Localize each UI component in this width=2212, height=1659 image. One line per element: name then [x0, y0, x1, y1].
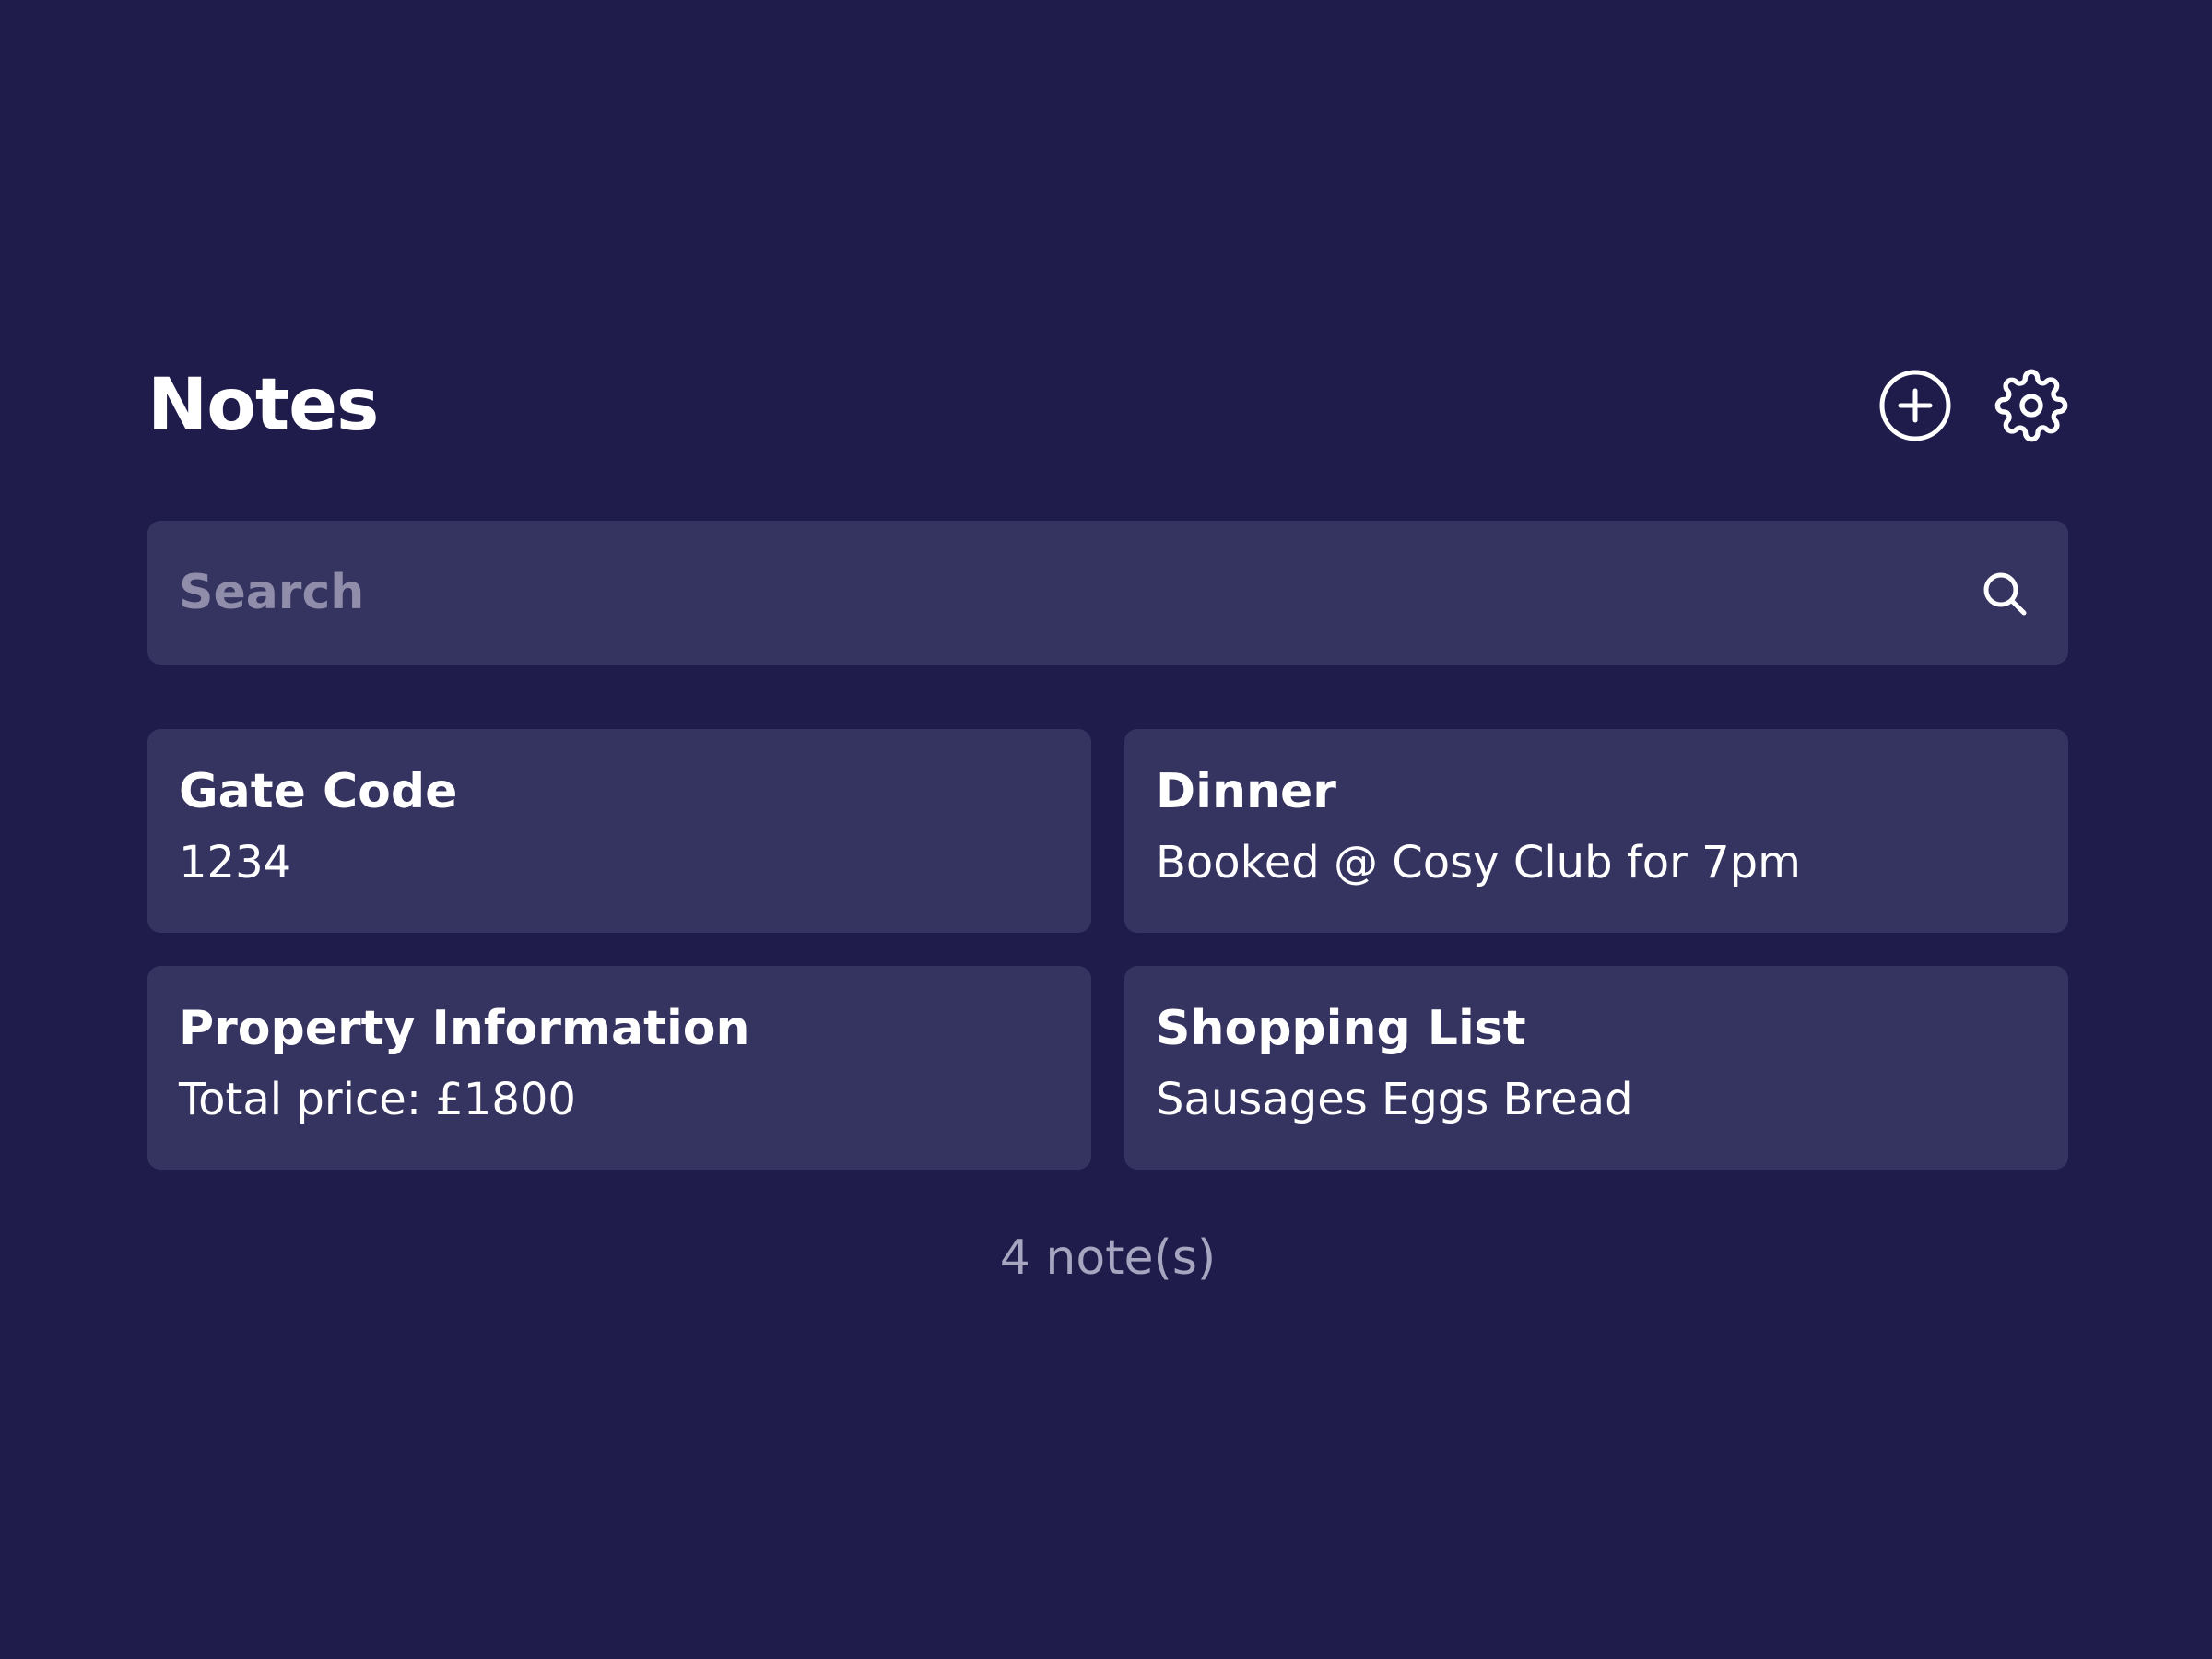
note-title: Dinner: [1156, 764, 1336, 819]
add-note-button[interactable]: [1878, 369, 1952, 442]
header: Notes: [147, 350, 2068, 461]
notes-grid: Gate Code 1234 Dinner Booked @ Cosy Club…: [147, 729, 2068, 1170]
note-body: Sausages Eggs Bread: [1156, 1074, 1633, 1125]
note-card[interactable]: Property Information Total price: £1800: [147, 966, 1091, 1170]
note-body: Total price: £1800: [179, 1074, 576, 1125]
note-title: Property Information: [179, 1001, 750, 1056]
note-title: Shopping List: [1156, 1001, 1526, 1056]
note-body: 1234: [179, 837, 292, 888]
note-title: Gate Code: [179, 764, 458, 819]
search-bar: [147, 521, 2068, 665]
search-icon[interactable]: [1980, 569, 2030, 618]
notes-app: Notes Gate Code: [147, 350, 2068, 1286]
search-input[interactable]: [179, 521, 1930, 665]
note-card[interactable]: Gate Code 1234: [147, 729, 1091, 933]
note-card[interactable]: Dinner Booked @ Cosy Club for 7pm: [1124, 729, 2068, 933]
note-count: 4 note(s): [999, 1230, 1217, 1286]
note-card[interactable]: Shopping List Sausages Eggs Bread: [1124, 966, 2068, 1170]
gear-icon: [1994, 369, 2068, 442]
note-body: Booked @ Cosy Club for 7pm: [1156, 837, 1801, 888]
plus-circle-icon: [1879, 370, 1951, 441]
settings-button[interactable]: [1994, 369, 2068, 442]
header-actions: [1878, 369, 2068, 442]
page-title: Notes: [147, 364, 379, 447]
